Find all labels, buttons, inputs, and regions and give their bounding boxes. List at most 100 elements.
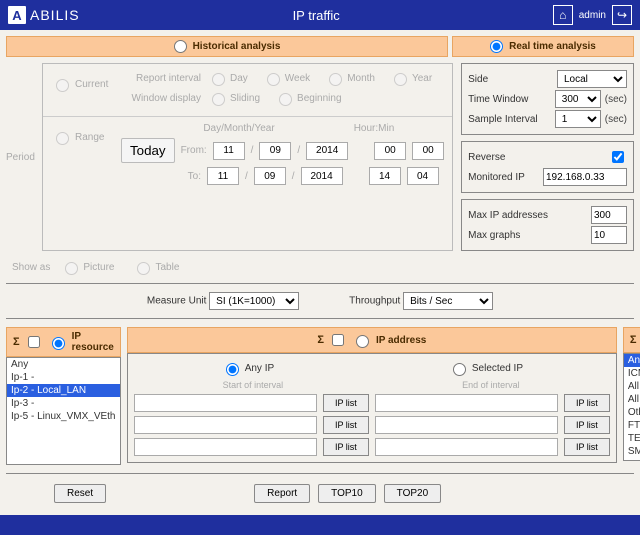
side-panel: Side Local Time Window 300 (sec) Sample … [461,63,634,135]
list-item[interactable]: ICMP [624,367,640,380]
throughput-select[interactable]: Bits / Sec [403,292,493,310]
picture-radio[interactable] [65,262,78,275]
week-radio[interactable] [267,73,280,86]
to-min[interactable] [407,167,439,185]
list-item[interactable]: Ip-5 - Linux_VMX_VEth [7,410,120,423]
from-month[interactable] [259,142,291,160]
sigma-icon: Σ [317,334,324,346]
showas-label: Show as [12,262,50,273]
ip-end-1[interactable] [375,394,558,412]
year-radio[interactable] [394,73,407,86]
sigma-icon: Σ [13,336,20,348]
list-item[interactable]: Ip-1 - [7,371,120,384]
historical-radio[interactable] [174,40,187,53]
to-hour[interactable] [369,167,401,185]
historical-label: Historical analysis [193,41,281,52]
report-interval-label: Report interval [121,73,201,84]
anyip-radio[interactable] [226,363,239,376]
selip-radio[interactable] [453,363,466,376]
home-icon[interactable]: ⌂ [553,5,573,25]
start-interval-header: Start of interval [134,380,372,390]
list-item[interactable]: All UDP [624,393,640,406]
list-item[interactable]: SMTP [624,445,640,458]
iplist-btn-1a[interactable]: IP list [323,394,369,412]
maxg-label: Max graphs [468,230,587,241]
iplist-btn-3a[interactable]: IP list [323,438,369,456]
tw-select[interactable]: 300 [555,90,601,108]
top20-button[interactable]: TOP20 [384,484,442,503]
maxip-label: Max IP addresses [468,210,587,221]
to-year[interactable] [301,167,343,185]
ipres-listbox[interactable]: AnyIp-1 -Ip-2 - Local_LANIp-3 -Ip-5 - Li… [6,357,121,465]
list-item[interactable]: TELNET [624,432,640,445]
table-radio[interactable] [137,262,150,275]
day-radio[interactable] [212,73,225,86]
today-button[interactable]: Today [121,138,175,163]
ipres-sigma-check[interactable] [28,336,40,348]
ipres-label: IP resource [72,331,114,353]
reverse-panel: Reverse Monitored IP [461,141,634,193]
from-day[interactable] [213,142,245,160]
report-button[interactable]: Report [254,484,310,503]
maxip-input[interactable] [591,206,627,224]
logo-icon: A [8,6,26,24]
logout-icon[interactable]: ↪ [612,5,632,25]
to-label: To: [175,171,201,182]
top10-button[interactable]: TOP10 [318,484,376,503]
si-select[interactable]: 1 [555,110,601,128]
from-min[interactable] [412,142,444,160]
maxg-input[interactable] [591,226,627,244]
period-label: Period [6,63,42,251]
current-label: Current [75,79,108,90]
from-label: From: [181,145,207,156]
reset-button[interactable]: Reset [54,484,106,503]
to-month[interactable] [254,167,286,185]
bottombar [0,515,640,535]
current-radio[interactable] [56,79,69,92]
ipaddr-radio[interactable] [356,335,369,348]
list-item[interactable]: Other IP protocol [624,406,640,419]
realtime-radio[interactable] [490,40,503,53]
reverse-checkbox[interactable] [612,151,624,163]
ip-end-3[interactable] [375,438,558,456]
window-display-label: Window display [121,93,201,104]
iplist-btn-2a[interactable]: IP list [323,416,369,434]
ipres-radio[interactable] [52,337,65,350]
tw-unit: (sec) [605,94,627,105]
realtime-label: Real time analysis [509,41,596,52]
hm-header: Hour:Min [339,123,409,134]
iplist-btn-3b[interactable]: IP list [564,438,610,456]
ip-start-1[interactable] [134,394,317,412]
iplist-btn-1b[interactable]: IP list [564,394,610,412]
list-item[interactable]: Any [624,354,640,367]
month-radio[interactable] [329,73,342,86]
si-unit: (sec) [605,114,627,125]
from-hour[interactable] [374,142,406,160]
si-label: Sample Interval [468,114,551,125]
proto-listbox[interactable]: AnyICMPAll TCPAll UDPOther IP protocolFT… [623,353,640,461]
ip-end-2[interactable] [375,416,558,434]
ip-start-3[interactable] [134,438,317,456]
measure-label: Measure Unit [147,296,206,307]
list-item[interactable]: Any [7,358,120,371]
beginning-radio[interactable] [279,93,292,106]
list-item[interactable]: FTP [624,419,640,432]
list-item[interactable]: All TCP [624,380,640,393]
to-day[interactable] [207,167,239,185]
side-select[interactable]: Local [557,70,627,88]
page-title: IP traffic [80,8,553,23]
range-label: Range [75,132,104,143]
ipaddr-sigma-check[interactable] [332,334,344,346]
brand: ABILIS [30,7,80,23]
list-item[interactable]: Ip-3 - [7,397,120,410]
measure-select[interactable]: SI (1K=1000) [209,292,299,310]
iplist-btn-2b[interactable]: IP list [564,416,610,434]
sliding-radio[interactable] [212,93,225,106]
admin-label: admin [579,10,606,21]
end-interval-header: End of interval [372,380,610,390]
list-item[interactable]: Ip-2 - Local_LAN [7,384,120,397]
range-radio[interactable] [56,132,69,145]
ip-start-2[interactable] [134,416,317,434]
monip-input[interactable] [543,168,627,186]
from-year[interactable] [306,142,348,160]
